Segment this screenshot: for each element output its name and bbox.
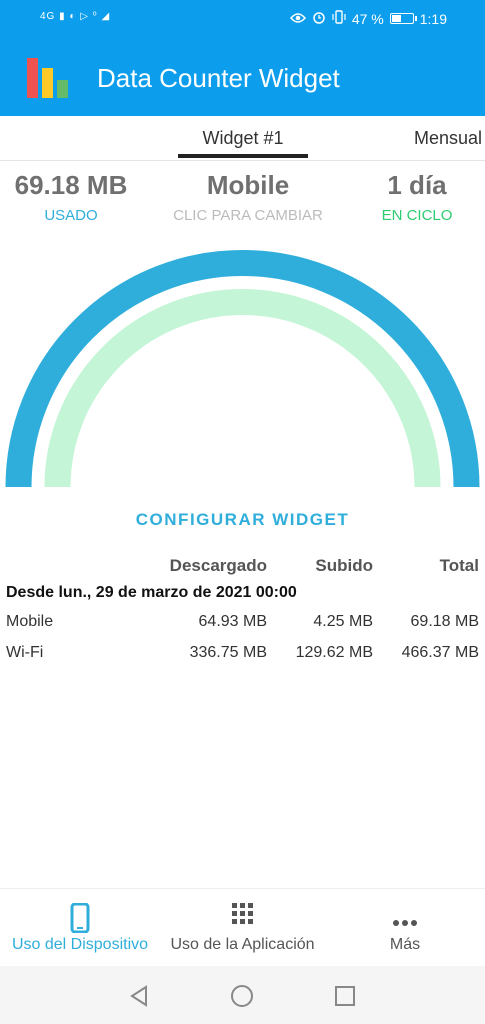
cycle-label: EN CICLO bbox=[381, 207, 453, 224]
header-downloaded: Descargado bbox=[169, 556, 267, 575]
grid-icon bbox=[231, 903, 254, 930]
battery-percent: 47 % bbox=[351, 10, 384, 27]
used-stat: 69.18 MB USADO bbox=[4, 170, 138, 224]
nav-label: Uso de la Aplicación bbox=[170, 936, 315, 953]
alarm-icon bbox=[312, 10, 326, 27]
vibrate-icon bbox=[332, 10, 346, 27]
app-bar: 4G ▮ ◐ ▷ ⁰ ◢ 47 % 1:19 Data Counter Widg… bbox=[0, 0, 485, 116]
nav-device-usage[interactable]: Uso del Dispositivo bbox=[0, 889, 160, 967]
eye-icon bbox=[289, 11, 306, 27]
row-uploaded: 4.25 MB bbox=[313, 613, 373, 630]
status-indicators: 4G ▮ ◐ ▷ ⁰ ◢ bbox=[40, 11, 111, 22]
bottom-navigation: Uso del Dispositivo Uso de la Aplicación… bbox=[0, 888, 485, 967]
nav-label: Más bbox=[389, 936, 421, 953]
table-row: Mobile 64.93 MB 4.25 MB 69.18 MB bbox=[0, 613, 485, 637]
row-name: Wi-Fi bbox=[6, 644, 44, 661]
network-stat[interactable]: Mobile CLIC PARA CAMBIAR bbox=[160, 170, 336, 224]
app-title: Data Counter Widget bbox=[97, 63, 340, 93]
usage-gauge bbox=[5, 250, 480, 488]
header-uploaded: Subido bbox=[315, 556, 373, 575]
more-icon bbox=[393, 913, 417, 931]
network-hint[interactable]: CLIC PARA CAMBIAR bbox=[160, 207, 336, 224]
network-value[interactable]: Mobile bbox=[160, 170, 336, 201]
clock: 1:19 bbox=[419, 10, 447, 27]
table-row: Wi-Fi 336.75 MB 129.62 MB 466.37 MB bbox=[0, 644, 485, 668]
row-total: 466.37 MB bbox=[401, 644, 479, 661]
phone-icon bbox=[70, 902, 90, 938]
row-downloaded: 64.93 MB bbox=[198, 613, 267, 630]
cycle-value: 1 día bbox=[387, 170, 447, 200]
header-total: Total bbox=[439, 556, 479, 575]
configure-widget-button[interactable]: CONFIGURAR WIDGET bbox=[0, 510, 485, 530]
app-logo-icon bbox=[25, 56, 71, 100]
nav-app-usage[interactable]: Uso de la Aplicación bbox=[160, 889, 325, 967]
nav-label: Uso del Dispositivo bbox=[11, 936, 149, 953]
tab-widget-1[interactable]: Widget #1 bbox=[178, 128, 308, 149]
back-icon[interactable] bbox=[126, 982, 154, 1010]
since-date: Desde lun., 29 de marzo de 2021 00:00 bbox=[6, 584, 297, 601]
used-value: 69.18 MB bbox=[14, 170, 128, 200]
gauge-cycle-arc bbox=[44, 289, 441, 488]
row-downloaded: 336.75 MB bbox=[189, 644, 267, 661]
tab-indicator bbox=[178, 154, 308, 158]
row-uploaded: 129.62 MB bbox=[295, 644, 373, 661]
used-label: USADO bbox=[44, 207, 98, 224]
battery-icon bbox=[389, 13, 417, 24]
tab-mensual[interactable]: Mensual bbox=[414, 128, 482, 149]
row-name: Mobile bbox=[6, 613, 54, 630]
nav-more[interactable]: Más bbox=[325, 889, 485, 967]
home-icon[interactable] bbox=[228, 982, 256, 1010]
system-navigation-bar bbox=[0, 966, 485, 1024]
recents-icon[interactable] bbox=[331, 982, 359, 1010]
row-total: 69.18 MB bbox=[410, 613, 479, 630]
status-bar: 4G ▮ ◐ ▷ ⁰ ◢ 47 % 1:19 bbox=[0, 0, 485, 40]
gauge-inner-track bbox=[44, 289, 441, 488]
status-right: 47 % 1:19 bbox=[289, 10, 447, 27]
cycle-stat: 1 día EN CICLO bbox=[360, 170, 474, 224]
